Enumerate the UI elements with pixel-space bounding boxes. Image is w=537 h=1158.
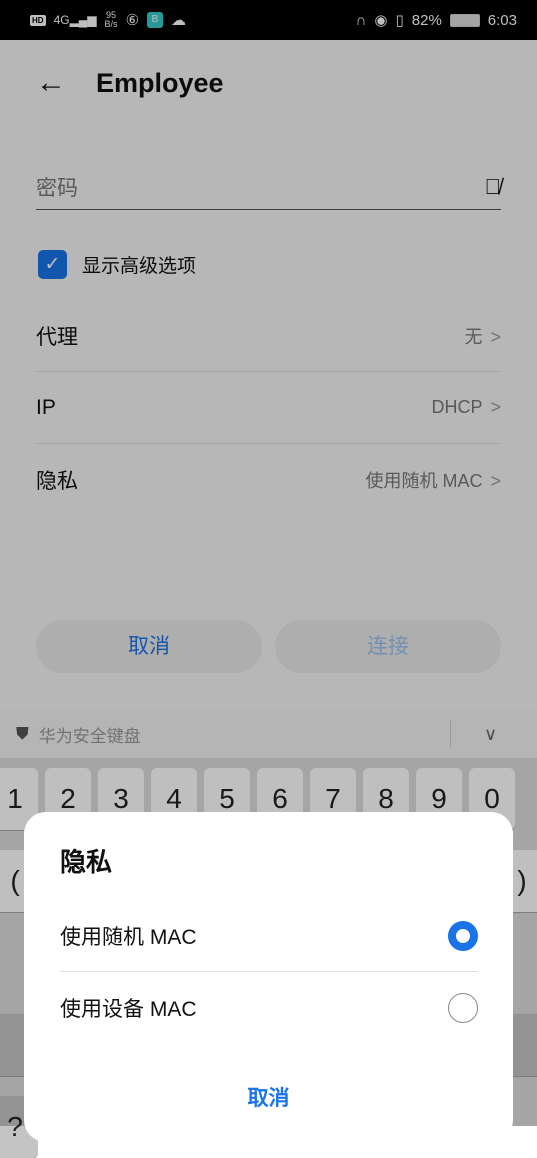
- radio-selected-icon[interactable]: [448, 920, 478, 951]
- option-random-mac[interactable]: 使用随机 MAC: [60, 900, 478, 972]
- option-label: 使用设备 MAC: [60, 998, 197, 1021]
- option-label: 使用随机 MAC: [60, 925, 197, 949]
- dialog-cancel-button[interactable]: 取消: [24, 1082, 513, 1112]
- privacy-dialog: 隐私 使用随机 MAC 使用设备 MAC 取消: [24, 812, 513, 1142]
- dialog-title: 隐私: [60, 847, 113, 877]
- radio-unselected-icon[interactable]: [448, 993, 478, 1023]
- option-device-mac[interactable]: 使用设备 MAC: [60, 972, 478, 1044]
